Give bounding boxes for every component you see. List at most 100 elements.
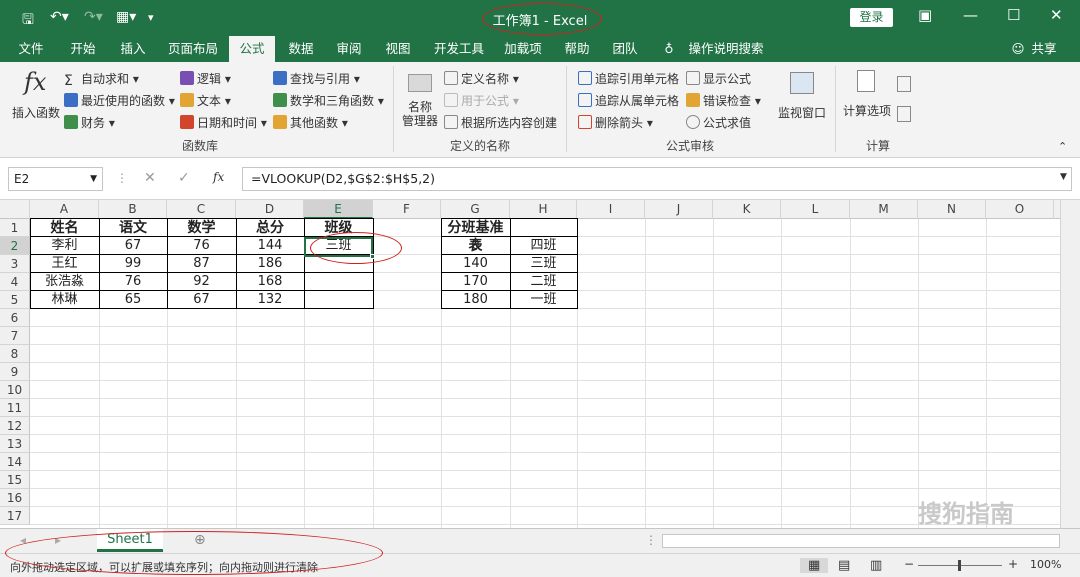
table-cell[interactable]: 76 <box>99 273 167 291</box>
table-cell[interactable]: 132 <box>236 291 304 309</box>
table-cell[interactable]: 67 <box>167 291 236 309</box>
row-header-11[interactable]: 11 <box>0 399 30 417</box>
column-header-m[interactable]: M <box>850 200 918 219</box>
more-functions-button[interactable]: 其他函数 ▾ <box>273 114 348 131</box>
table-cell[interactable]: 76 <box>167 237 236 255</box>
row-header-17[interactable]: 17 <box>0 507 30 525</box>
table-cell[interactable]: 92 <box>167 273 236 291</box>
fx-large-icon[interactable]: fx <box>24 68 46 96</box>
logical-button[interactable]: 逻辑 ▾ <box>180 70 231 87</box>
tab-developer[interactable]: 开发工具 <box>428 36 490 62</box>
table-cell[interactable]: 140 <box>441 255 510 273</box>
define-name-button[interactable]: 定义名称 ▾ <box>444 70 519 87</box>
row-header-8[interactable]: 8 <box>0 345 30 363</box>
column-header-i[interactable]: I <box>577 200 645 219</box>
row-header-15[interactable]: 15 <box>0 471 30 489</box>
column-header-o[interactable]: O <box>986 200 1054 219</box>
zoom-in-icon[interactable]: + <box>1008 557 1018 571</box>
normal-view-icon[interactable]: ▦ <box>800 558 829 573</box>
trace-dependents-button[interactable]: 追踪从属单元格 <box>578 92 679 109</box>
row-header-6[interactable]: 6 <box>0 309 30 327</box>
text-button[interactable]: 文本 ▾ <box>180 92 231 109</box>
row-header-2[interactable]: 2 <box>0 237 30 255</box>
insert-function-button[interactable]: 插入函数 <box>12 104 60 121</box>
vertical-scrollbar[interactable] <box>1060 200 1080 528</box>
ribbon-display-icon[interactable]: ▣ <box>918 6 932 24</box>
column-header-n[interactable]: N <box>918 200 986 219</box>
table-cell[interactable]: 67 <box>99 237 167 255</box>
table-cell[interactable]: 0 <box>441 237 510 255</box>
column-header-c[interactable]: C <box>167 200 236 219</box>
table-cell[interactable]: 四班 <box>510 237 577 255</box>
table-cell[interactable]: 87 <box>167 255 236 273</box>
lookup-button[interactable]: 查找与引用 ▾ <box>273 70 360 87</box>
confirm-icon[interactable]: ✓ <box>178 170 190 186</box>
tab-page-layout[interactable]: 页面布局 <box>162 36 224 62</box>
column-header-b[interactable]: B <box>99 200 167 219</box>
collapse-ribbon-icon[interactable]: ⌃ <box>1058 140 1067 153</box>
create-from-selection-button[interactable]: 根据所选内容创建 <box>444 114 557 131</box>
column-header-l[interactable]: L <box>781 200 850 219</box>
column-header-f[interactable]: F <box>373 200 441 219</box>
tab-file[interactable]: 文件 <box>8 36 54 62</box>
table-cell[interactable]: 林琳 <box>30 291 99 309</box>
column-header-d[interactable]: D <box>236 200 304 219</box>
table-cell[interactable]: 144 <box>236 237 304 255</box>
table-cell[interactable]: 168 <box>236 273 304 291</box>
table-cell[interactable]: 186 <box>236 255 304 273</box>
tab-review[interactable]: 审阅 <box>326 36 372 62</box>
zoom-out-icon[interactable]: − <box>904 557 914 571</box>
recent-functions-button[interactable]: 最近使用的函数 ▾ <box>64 92 175 109</box>
table-cell[interactable]: 三班 <box>510 255 577 273</box>
zoom-level[interactable]: 100% <box>1030 558 1061 571</box>
table1-header[interactable]: 数学 <box>167 219 236 237</box>
table-cell[interactable]: 李利 <box>30 237 99 255</box>
table-cell[interactable]: 二班 <box>510 273 577 291</box>
column-header-h[interactable]: H <box>510 200 577 219</box>
math-button[interactable]: 数学和三角函数 ▾ <box>273 92 384 109</box>
row-header-16[interactable]: 16 <box>0 489 30 507</box>
row-header-7[interactable]: 7 <box>0 327 30 345</box>
tab-insert[interactable]: 插入 <box>110 36 156 62</box>
select-all-corner[interactable] <box>0 200 30 219</box>
trace-precedents-button[interactable]: 追踪引用单元格 <box>578 70 679 87</box>
column-header-j[interactable]: J <box>645 200 713 219</box>
horizontal-scrollbar[interactable] <box>662 534 1060 548</box>
table-cell[interactable]: 王红 <box>30 255 99 273</box>
tab-team[interactable]: 团队 <box>605 36 645 62</box>
tab-help[interactable]: 帮助 <box>557 36 597 62</box>
row-header-3[interactable]: 3 <box>0 255 30 273</box>
tab-addins[interactable]: 加载项 <box>498 36 548 62</box>
row-header-4[interactable]: 4 <box>0 273 30 291</box>
name-box[interactable]: E2 ▼ <box>8 167 103 191</box>
name-manager-button[interactable]: 名称 管理器 <box>402 100 438 128</box>
row-header-5[interactable]: 5 <box>0 291 30 309</box>
expand-formula-icon[interactable]: ▼ <box>1060 172 1067 182</box>
table-cell[interactable] <box>304 273 373 291</box>
calc-now-icon[interactable] <box>897 76 911 92</box>
table1-header[interactable]: 语文 <box>99 219 167 237</box>
row-header-13[interactable]: 13 <box>0 435 30 453</box>
tell-me-search[interactable]: 操作说明搜索 <box>684 36 768 62</box>
column-header-g[interactable]: G <box>441 200 510 219</box>
remove-arrows-button[interactable]: 删除箭头 ▾ <box>578 114 653 131</box>
minimize-icon[interactable]: — <box>963 6 978 24</box>
table-cell[interactable]: 张浩淼 <box>30 273 99 291</box>
tab-view[interactable]: 视图 <box>375 36 421 62</box>
table1-header[interactable]: 总分 <box>236 219 304 237</box>
cancel-icon[interactable]: ✕ <box>144 170 156 186</box>
row-header-14[interactable]: 14 <box>0 453 30 471</box>
table-cell[interactable]: 99 <box>99 255 167 273</box>
tab-data[interactable]: 数据 <box>279 36 323 62</box>
table-cell[interactable]: 65 <box>99 291 167 309</box>
close-icon[interactable]: ✕ <box>1050 6 1063 24</box>
row-header-9[interactable]: 9 <box>0 363 30 381</box>
evaluate-formula-button[interactable]: 公式求值 <box>686 114 751 131</box>
financial-button[interactable]: 财务 ▾ <box>64 114 115 131</box>
table-cell[interactable]: 170 <box>441 273 510 291</box>
login-button[interactable]: 登录 <box>850 8 893 27</box>
table1-header[interactable]: 姓名 <box>30 219 99 237</box>
calc-sheet-icon[interactable] <box>897 106 911 122</box>
page-layout-view-icon[interactable]: ▤ <box>838 558 850 573</box>
tab-home[interactable]: 开始 <box>60 36 106 62</box>
